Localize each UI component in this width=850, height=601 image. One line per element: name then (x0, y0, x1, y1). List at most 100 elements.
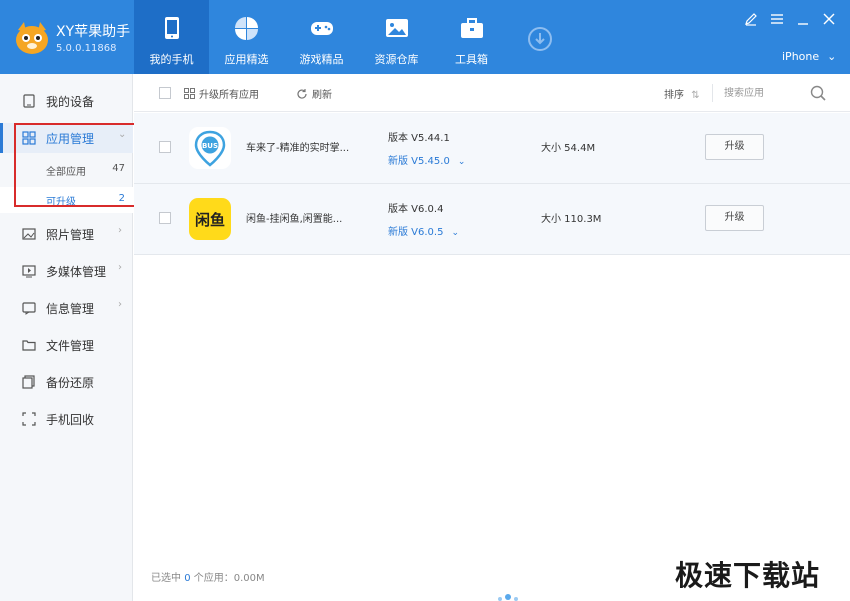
row-checkbox[interactable] (159, 141, 171, 153)
tab-my-phone[interactable]: 我的手机 (134, 0, 209, 74)
sort-button[interactable]: 排序 ⇅ (664, 86, 700, 101)
tab-app-picks[interactable]: 应用精选 (209, 0, 284, 74)
upgrade-all-label: 升级所有应用 (199, 90, 259, 101)
sidebar-item-label: 多媒体管理 (46, 265, 107, 279)
app-size: 大小 54.4M (541, 143, 596, 154)
upgrade-all-button[interactable]: 升级所有应用 (184, 86, 259, 102)
refresh-label: 刷新 (312, 90, 332, 101)
search-input[interactable] (724, 81, 804, 105)
sidebar: 我的设备 应用管理 ⌄ 全部应用 47 可升级 2 照片管理 › 多媒体管理 ›… (0, 74, 133, 601)
status-count: 0 (184, 573, 191, 584)
minimize-icon[interactable] (796, 12, 810, 26)
sidebar-item-label: 文件管理 (46, 339, 95, 353)
table-row[interactable]: 闲鱼 闲鱼-挂闲鱼,闲置能... 版本 V6.0.4 新版 V6.0.5 ⌄ 大小… (134, 184, 850, 255)
download-manager-button[interactable] (528, 27, 552, 51)
refresh-icon (296, 88, 308, 103)
chevron-down-icon: ⌄ (827, 50, 837, 63)
folder-icon (22, 338, 36, 352)
search-icon[interactable] (810, 85, 826, 104)
backup-icon (22, 375, 36, 389)
selection-status: 已选中 0 个应用：0.00M (151, 569, 265, 584)
sidebar-item-app-manage[interactable]: 应用管理 ⌄ (0, 123, 133, 153)
chevron-right-icon: › (118, 299, 122, 310)
photo-icon (22, 227, 36, 241)
device-name: iPhone (782, 50, 820, 63)
grid-icon (184, 88, 195, 102)
app-name: 车来了-精准的实时掌... (246, 143, 350, 154)
sidebar-item-label: 手机回收 (46, 413, 95, 427)
chevron-right-icon: › (118, 262, 122, 273)
sidebar-sub-upgradable[interactable]: 可升级 2 (0, 187, 133, 213)
recycle-icon (22, 412, 36, 426)
tab-label: 游戏精品 (299, 53, 344, 66)
sidebar-item-label: 照片管理 (46, 228, 95, 242)
apps-grid-icon (235, 16, 259, 40)
sub-item-label: 可升级 (46, 197, 76, 208)
phone-icon (160, 16, 184, 40)
tab-label: 工具箱 (455, 53, 488, 66)
chevron-down-icon: ⌄ (457, 157, 466, 167)
gamepad-icon (310, 16, 334, 40)
sidebar-item-messages[interactable]: 信息管理 › (0, 293, 133, 323)
sub-item-count: 2 (118, 193, 125, 204)
sidebar-item-label: 应用管理 (46, 132, 95, 146)
sidebar-item-label: 信息管理 (46, 302, 95, 316)
status-suffix: 个应用：0.00M (193, 573, 265, 584)
status-prefix: 已选中 (151, 573, 181, 584)
app-icon-text: 闲鱼 (195, 211, 225, 229)
app-size: 大小 110.3M (541, 214, 602, 225)
title-bar: XY苹果助手 5.0.0.11868 我的手机 应用精选 游戏精品 资源仓库 工… (0, 0, 850, 74)
new-version-dropdown[interactable]: 新版 V5.45.0 ⌄ (388, 152, 465, 167)
toolbar: 升级所有应用 刷新 排序 ⇅ (134, 74, 850, 112)
xianyu-app-icon: 闲鱼 (189, 198, 231, 240)
toolbar-divider (712, 84, 713, 102)
sidebar-item-my-device[interactable]: 我的设备 (0, 86, 133, 116)
sub-item-count: 47 (112, 163, 125, 174)
sidebar-item-media[interactable]: 多媒体管理 › (0, 256, 133, 286)
new-version: 新版 V6.0.5 (388, 227, 444, 238)
resize-grip-icon (494, 589, 522, 601)
sidebar-item-files[interactable]: 文件管理 (0, 330, 133, 360)
sidebar-sub-all-apps[interactable]: 全部应用 47 (0, 157, 133, 183)
bus-app-icon: BUS (189, 127, 231, 169)
select-all-checkbox[interactable] (159, 87, 171, 99)
sub-item-label: 全部应用 (46, 167, 86, 178)
app-icon-text: BUS (202, 142, 218, 150)
chevron-down-icon: ⌄ (451, 228, 460, 238)
sidebar-item-photos[interactable]: 照片管理 › (0, 219, 133, 249)
close-icon[interactable] (822, 12, 836, 26)
upgrade-button[interactable]: 升级 (705, 134, 764, 160)
sidebar-item-label: 备份还原 (46, 376, 95, 390)
app-logo (12, 20, 52, 56)
chevron-right-icon: › (118, 225, 122, 236)
media-icon (22, 264, 36, 278)
message-icon (22, 301, 36, 315)
current-version: 版本 V6.0.4 (388, 204, 444, 215)
tab-label: 应用精选 (224, 53, 269, 66)
tab-resources[interactable]: 资源仓库 (359, 0, 434, 74)
refresh-button[interactable]: 刷新 (296, 86, 332, 103)
menu-icon[interactable] (770, 12, 784, 26)
sort-icon: ⇅ (691, 90, 700, 101)
table-row[interactable]: BUS 车来了-精准的实时掌... 版本 V5.44.1 新版 V5.45.0 ⌄… (134, 113, 850, 184)
sidebar-item-label: 我的设备 (46, 95, 95, 109)
tab-games[interactable]: 游戏精品 (284, 0, 359, 74)
tab-label: 资源仓库 (374, 53, 419, 66)
sidebar-item-backup[interactable]: 备份还原 (0, 367, 133, 397)
row-checkbox[interactable] (159, 212, 171, 224)
sort-label: 排序 (664, 90, 684, 101)
tab-toolbox[interactable]: 工具箱 (434, 0, 509, 74)
tab-label: 我的手机 (149, 53, 194, 66)
new-version: 新版 V5.45.0 (388, 156, 450, 167)
download-icon (535, 33, 545, 45)
current-version: 版本 V5.44.1 (388, 133, 450, 144)
feedback-icon[interactable] (744, 12, 758, 26)
sidebar-item-recycle[interactable]: 手机回收 (0, 404, 133, 434)
app-name: 闲鱼-挂闲鱼,闲置能... (246, 214, 343, 225)
search-box (724, 81, 830, 105)
new-version-dropdown[interactable]: 新版 V6.0.5 ⌄ (388, 223, 459, 238)
device-dropdown[interactable]: iPhone ⌄ (782, 50, 836, 63)
watermark-text: 极速下载站 (675, 559, 821, 592)
app-version: 5.0.0.11868 (56, 43, 117, 54)
upgrade-button[interactable]: 升级 (705, 205, 764, 231)
